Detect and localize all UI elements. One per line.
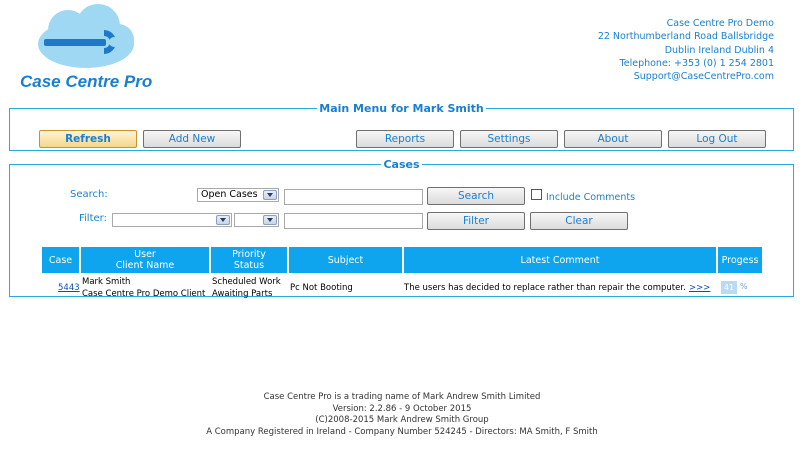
column-header-subject: Subject bbox=[289, 247, 402, 273]
column-header-latest-comment: Latest Comment bbox=[404, 247, 716, 273]
city-line: Dublin Ireland Dublin 4 bbox=[664, 44, 774, 56]
telephone: Telephone: +353 (0) 1 254 2801 bbox=[619, 57, 774, 69]
footer: Case Centre Pro is a trading name of Mar… bbox=[0, 392, 804, 439]
column-header-progress: Progess bbox=[718, 247, 762, 273]
search-label: Search: bbox=[70, 189, 108, 200]
footer-copyright: (C)2008-2015 Mark Andrew Smith Group bbox=[315, 415, 489, 426]
column-header-user: User Client Name bbox=[81, 247, 209, 273]
column-header-status-label: Status bbox=[233, 260, 265, 271]
footer-trading-name: Case Centre Pro is a trading name of Mar… bbox=[263, 392, 541, 402]
main-menu-panel: Main Menu for Mark Smith Refresh Add New… bbox=[9, 102, 794, 151]
about-button[interactable]: About bbox=[564, 130, 662, 148]
include-comments-checkbox[interactable] bbox=[531, 189, 542, 200]
more-comments-link[interactable]: >>> bbox=[689, 283, 710, 294]
case-priority: Scheduled Work bbox=[212, 277, 281, 287]
refresh-button[interactable]: Refresh bbox=[39, 130, 137, 148]
chevron-down-icon bbox=[263, 215, 277, 225]
case-number-link[interactable]: 5443 bbox=[58, 283, 80, 294]
log-out-button[interactable]: Log Out bbox=[668, 130, 766, 148]
add-new-button[interactable]: Add New bbox=[143, 130, 241, 148]
reports-button[interactable]: Reports bbox=[356, 130, 454, 148]
filter-button[interactable]: Filter bbox=[427, 212, 525, 230]
case-progress: 41 bbox=[721, 281, 737, 294]
column-header-user-label: User bbox=[134, 249, 156, 260]
cases-panel: Cases Search: Open Cases Search Include … bbox=[9, 158, 794, 299]
case-subject: Pc Not Booting bbox=[290, 283, 353, 293]
column-header-case: Case bbox=[42, 247, 79, 273]
include-comments-label: Include Comments bbox=[546, 192, 636, 203]
search-scope-value: Open Cases bbox=[201, 189, 258, 200]
filter-operator-select[interactable] bbox=[234, 213, 279, 227]
support-email: Support@CaseCentrePro.com bbox=[633, 71, 774, 83]
filter-field-select[interactable] bbox=[112, 213, 232, 227]
case-client: Case Centre Pro Demo Client bbox=[82, 289, 206, 299]
search-scope-select[interactable]: Open Cases bbox=[197, 188, 279, 202]
company-name: Case Centre Pro Demo bbox=[666, 18, 774, 29]
case-latest-comment: The users has decided to replace rather … bbox=[404, 283, 686, 293]
filter-input[interactable] bbox=[284, 213, 423, 229]
logo: Case Centre Pro bbox=[20, 4, 160, 94]
chevron-down-icon bbox=[263, 190, 277, 200]
search-input[interactable] bbox=[284, 189, 423, 205]
contact-info: Case Centre Pro Demo 22 Northumberland R… bbox=[598, 17, 774, 83]
cloud-wrench-icon bbox=[38, 4, 134, 68]
case-user: Mark Smith bbox=[82, 277, 131, 287]
chevron-down-icon bbox=[216, 215, 230, 225]
footer-company-registration: A Company Registered in Ireland - Compan… bbox=[206, 427, 598, 438]
filter-label: Filter: bbox=[79, 213, 107, 224]
settings-button[interactable]: Settings bbox=[460, 130, 558, 148]
cases-title: Cases bbox=[383, 158, 420, 171]
case-progress-unit: % bbox=[740, 282, 748, 291]
column-header-client-label: Client Name bbox=[115, 260, 175, 271]
main-menu-title: Main Menu for Mark Smith bbox=[319, 102, 484, 115]
address-line: 22 Northumberland Road Ballsbridge bbox=[597, 31, 774, 43]
footer-version: Version: 2.2.86 - 9 October 2015 bbox=[332, 403, 472, 414]
clear-button[interactable]: Clear bbox=[530, 212, 628, 230]
case-status: Awaiting Parts bbox=[212, 289, 273, 299]
search-button[interactable]: Search bbox=[427, 187, 525, 205]
column-header-priority-label: Priority bbox=[232, 249, 266, 260]
column-header-priority: Priority Status bbox=[211, 247, 287, 273]
logo-text: Case Centre Pro bbox=[20, 72, 153, 91]
